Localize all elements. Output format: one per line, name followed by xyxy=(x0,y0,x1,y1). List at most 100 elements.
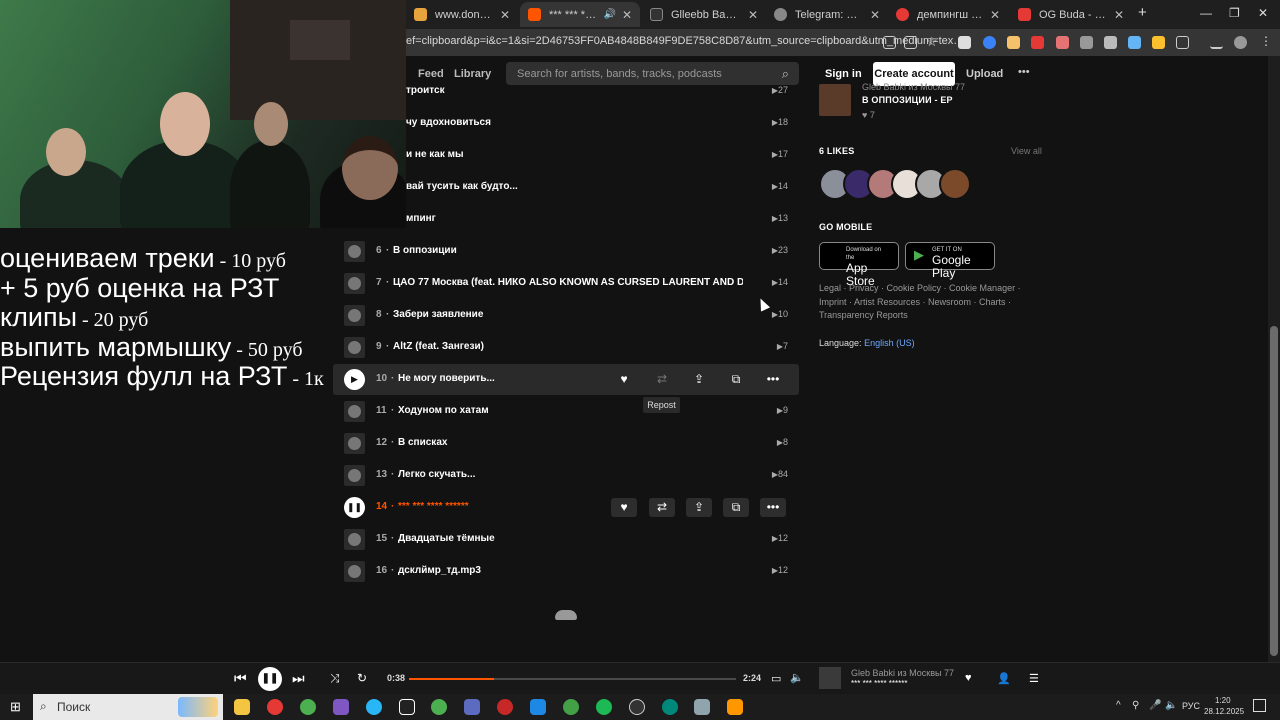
track-title[interactable]: AltZ (feat. Зангези) xyxy=(393,341,484,352)
repost-icon[interactable]: ⇄ xyxy=(649,498,675,517)
track-title[interactable]: Ходуном по хатам xyxy=(398,405,489,416)
copy-link-icon[interactable]: ⧉ xyxy=(723,498,749,517)
album-title[interactable]: В ОППОЗИЦИИ - EP xyxy=(862,95,953,105)
track-artwork[interactable] xyxy=(344,305,365,326)
track-title[interactable]: Забери заявление xyxy=(393,309,483,320)
notifications-icon[interactable] xyxy=(1253,699,1266,712)
extension-icon[interactable] xyxy=(1031,36,1044,49)
tab-yandex[interactable]: демпингш — Яндекс ✕ xyxy=(888,2,1008,27)
chrome-active-icon[interactable] xyxy=(431,699,447,715)
file-explorer-icon[interactable] xyxy=(234,699,250,715)
now-playing-artwork[interactable] xyxy=(819,667,841,689)
track-row[interactable]: 11 · Ходуном по хатам 9 xyxy=(333,396,799,427)
track-artwork[interactable] xyxy=(344,529,365,550)
liker-avatar[interactable] xyxy=(939,168,971,200)
obs-icon[interactable] xyxy=(629,699,645,715)
more-options-icon[interactable]: ••• xyxy=(1018,66,1030,78)
scrollbar-thumb[interactable] xyxy=(1270,326,1278,656)
cast-icon[interactable]: ▭ xyxy=(771,672,781,685)
track-artwork[interactable] xyxy=(344,401,365,422)
more-options-icon[interactable]: ••• xyxy=(760,498,786,517)
extension-icon[interactable] xyxy=(1128,36,1141,49)
track-title[interactable]: Двадцатые тёмные xyxy=(398,533,495,544)
close-tab-icon[interactable]: ✕ xyxy=(622,8,632,22)
browser-menu-icon[interactable]: ⋮ xyxy=(1260,34,1273,48)
play-button-icon[interactable]: ▶ xyxy=(344,369,365,390)
extension-icon[interactable] xyxy=(1080,36,1093,49)
progress-bar[interactable] xyxy=(409,678,736,680)
album-artist[interactable]: Gleb Babki из Москвы 77 xyxy=(862,82,965,92)
follow-user-icon[interactable]: 👤 xyxy=(997,672,1011,685)
keyboard-language[interactable]: РУС xyxy=(1182,701,1200,711)
track-artwork[interactable] xyxy=(344,241,365,262)
share-icon[interactable]: ⇪ xyxy=(686,370,712,389)
clock-date[interactable]: 28.12.2025 xyxy=(1204,707,1244,716)
track-row[interactable]: 12 · В списках 8 xyxy=(333,428,799,459)
tab-soundcloud-active[interactable]: *** *** **** ****** 🔊 ✕ xyxy=(520,2,640,27)
pause-button-icon[interactable]: ❚❚ xyxy=(344,497,365,518)
like-heart-icon[interactable]: ♥ xyxy=(611,370,637,389)
track-title[interactable]: Не могу поверить... xyxy=(398,373,495,384)
app-icon[interactable] xyxy=(563,699,579,715)
upload-link[interactable]: Upload xyxy=(966,68,1003,80)
install-icon[interactable] xyxy=(883,36,896,49)
tab-youtube[interactable]: OG Buda - PO (rand ✕ xyxy=(1010,2,1132,27)
track-row[interactable]: 7 · ЦАО 77 Москва (feat. НИКО ALSO KNOWN… xyxy=(333,268,799,299)
tab-glleebb-babki[interactable]: Glleebb Babki – Зёв ✕ xyxy=(642,2,766,27)
app-icon[interactable] xyxy=(694,699,710,715)
repost-icon[interactable]: ⇄ xyxy=(649,370,675,389)
track-row[interactable]: 13 · Легко скучать... 84 xyxy=(333,460,799,491)
spotify-icon[interactable] xyxy=(596,699,612,715)
like-heart-icon[interactable]: ♥ xyxy=(965,672,972,684)
view-all-link[interactable]: View all xyxy=(1011,146,1042,156)
url-field[interactable]: ef=clipboard&p=i&c=1&si=2D46753FF0AB4848… xyxy=(406,35,964,47)
yandex-browser-icon[interactable] xyxy=(267,699,283,715)
reading-list-icon[interactable] xyxy=(1210,36,1223,49)
clock-time[interactable]: 1:20 xyxy=(1215,696,1231,705)
sign-in-button[interactable]: Sign in xyxy=(825,68,862,80)
close-tab-icon[interactable]: ✕ xyxy=(990,8,1000,22)
google-play-button[interactable]: ▶ GET IT ON Google Play xyxy=(905,242,995,280)
close-tab-icon[interactable]: ✕ xyxy=(1114,8,1124,22)
queue-icon[interactable]: ☰ xyxy=(1029,672,1039,685)
close-tab-icon[interactable]: ✕ xyxy=(748,8,758,22)
track-title[interactable]: В оппозиции xyxy=(393,245,457,256)
taskbar-search[interactable]: ⌕ Поиск xyxy=(33,694,223,720)
track-row[interactable]: 8 · Забери заявление 10 xyxy=(333,300,799,331)
track-row[interactable]: 16 · дсклймр_тд.mp3 12 xyxy=(333,556,799,587)
track-artwork[interactable] xyxy=(344,273,365,294)
extensions-puzzle-icon[interactable] xyxy=(1176,36,1189,49)
track-title[interactable]: ЦАО 77 Москва (feat. НИКО ALSO KNOWN AS … xyxy=(393,277,743,288)
track-row-playing[interactable]: ❚❚ 14 · *** *** **** ****** ♥ ⇄ ⇪ ⧉ ••• xyxy=(333,492,799,523)
app-icon[interactable] xyxy=(662,699,678,715)
track-artwork[interactable] xyxy=(344,337,365,358)
track-title[interactable]: В списках xyxy=(398,437,447,448)
next-track-icon[interactable]: ⏭ xyxy=(292,670,305,687)
track-title[interactable]: *** *** **** ****** xyxy=(398,501,469,512)
telegram-icon[interactable] xyxy=(366,699,382,715)
footer-links[interactable]: Legal · Privacy · Cookie Policy · Cookie… xyxy=(819,282,1021,323)
track-row[interactable]: 6 · В оппозиции 23 xyxy=(333,236,799,267)
bookmark-star-icon[interactable]: ☆ xyxy=(926,34,939,49)
close-tab-icon[interactable]: ✕ xyxy=(500,8,510,22)
extension-icon[interactable] xyxy=(1056,36,1069,49)
profile-avatar-icon[interactable] xyxy=(1234,36,1247,49)
pause-button-icon[interactable]: ❚❚ xyxy=(258,667,282,691)
microphone-icon[interactable]: 🎤 xyxy=(1149,700,1161,711)
close-tab-icon[interactable]: ✕ xyxy=(870,8,880,22)
app-icon[interactable] xyxy=(399,699,415,715)
audio-icon[interactable]: 🔊 xyxy=(603,9,615,20)
app-icon[interactable] xyxy=(333,699,349,715)
track-title[interactable]: дсклймр_тд.mp3 xyxy=(398,565,481,576)
track-row-hovered[interactable]: ▶ 10 · Не могу поверить... ♥ ⇄ ⇪ ⧉ ••• xyxy=(333,364,799,395)
track-row[interactable]: 9 · AltZ (feat. Зангези) 7 xyxy=(333,332,799,363)
app-store-button[interactable]: Download on the App Store xyxy=(819,242,899,288)
now-playing-artist[interactable]: Gleb Babki из Москвы 77 xyxy=(851,668,954,678)
track-artwork[interactable] xyxy=(344,465,365,486)
translate-icon[interactable] xyxy=(904,36,917,49)
tab-donationalerts[interactable]: www.donationalerts.c ✕ xyxy=(406,2,518,27)
extension-icon[interactable] xyxy=(1104,36,1117,49)
app-icon[interactable] xyxy=(497,699,513,715)
speaker-icon[interactable]: 🔈 xyxy=(1165,700,1177,711)
repeat-icon[interactable]: ↻ xyxy=(357,671,367,685)
